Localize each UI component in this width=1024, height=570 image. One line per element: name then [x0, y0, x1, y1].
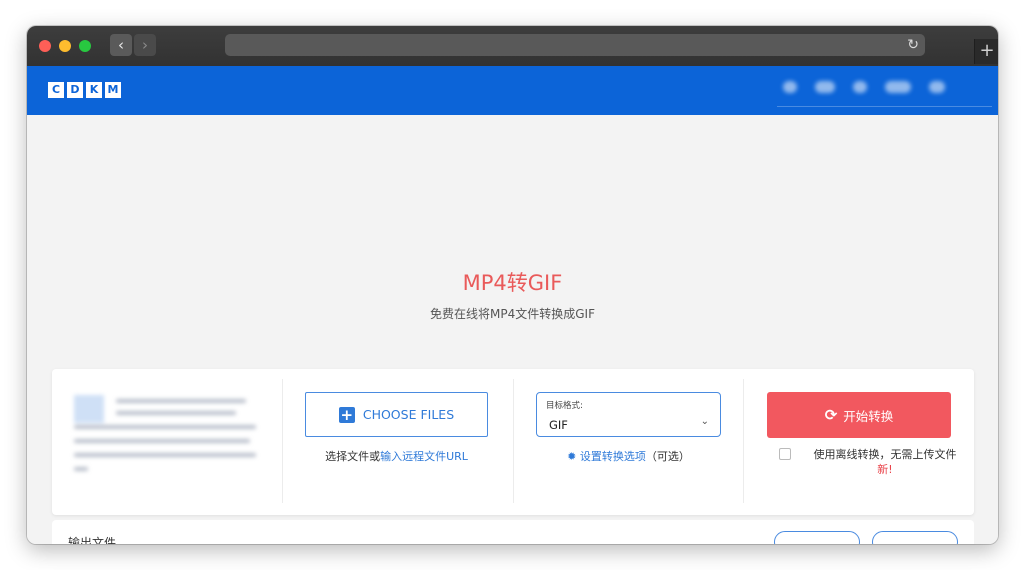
top-nav-blurred	[783, 81, 945, 93]
zoom-window-button[interactable]	[79, 40, 91, 52]
output-action-button[interactable]	[872, 531, 958, 544]
target-format-value: GIF	[549, 418, 568, 432]
logo-letter: K	[86, 82, 102, 98]
blurred-thumbnail	[74, 395, 104, 423]
back-button[interactable]: ‹	[110, 34, 132, 56]
offline-text: 使用离线转换，无需上传文件	[813, 448, 957, 461]
target-format-label: 目标格式:	[546, 401, 583, 411]
top-nav-item[interactable]	[853, 81, 867, 93]
address-bar[interactable]: ↻	[225, 34, 925, 56]
top-nav-item[interactable]	[815, 81, 835, 93]
close-window-button[interactable]	[39, 40, 51, 52]
logo-letter: C	[48, 82, 64, 98]
site-header: C D K M	[27, 66, 998, 115]
choose-files-label: CHOOSE FILES	[362, 407, 455, 422]
output-panel: 输出文件	[52, 520, 974, 544]
blurred-line	[74, 453, 256, 457]
conversion-options: ✹ 设置转换选项（可选）	[536, 448, 721, 464]
blurred-line	[74, 425, 256, 429]
main-content: MP4转GIF 免费在线将MP4文件转换成GIF + CHOOSE FILES …	[27, 115, 998, 544]
logo-letter: D	[67, 82, 83, 98]
offline-label: 使用离线转换，无需上传文件 新!	[800, 447, 970, 477]
choose-hint: 选择文件或输入远程文件URL	[305, 448, 488, 464]
conversion-options-link[interactable]: 设置转换选项	[580, 450, 646, 463]
blurred-line	[116, 411, 236, 415]
top-nav-item[interactable]	[783, 81, 797, 93]
choose-files-button[interactable]: + CHOOSE FILES	[305, 392, 488, 437]
logo-letter: M	[105, 82, 121, 98]
target-format-select[interactable]: 目标格式: GIF ⌄	[536, 392, 721, 437]
output-action-button[interactable]	[774, 531, 860, 544]
offline-checkbox[interactable]	[779, 448, 791, 460]
start-convert-button[interactable]: ⟳ 开始转换	[767, 392, 951, 438]
reload-icon[interactable]: ↻	[907, 35, 919, 55]
page-title: MP4转GIF	[462, 271, 563, 295]
plus-icon: +	[338, 405, 355, 424]
minimize-window-button[interactable]	[59, 40, 71, 52]
forward-button[interactable]: ›	[134, 34, 156, 56]
top-nav-item[interactable]	[885, 81, 911, 93]
new-tab-button[interactable]: +	[974, 39, 998, 64]
blurred-instructions	[74, 395, 256, 483]
blurred-line	[116, 399, 246, 403]
refresh-icon: ⟳	[824, 406, 838, 424]
remote-url-link[interactable]: 输入远程文件URL	[380, 450, 468, 463]
browser-titlebar: ‹ › ↻ +	[27, 26, 998, 66]
column-divider	[513, 379, 514, 503]
column-divider	[743, 379, 744, 503]
column-divider	[282, 379, 283, 503]
blurred-line	[74, 439, 250, 443]
top-nav-item[interactable]	[929, 81, 945, 93]
choose-hint-prefix: 选择文件或	[325, 450, 381, 463]
start-convert-label: 开始转换	[843, 408, 894, 424]
browser-window: ‹ › ↻ + C D K M MP4转GIF 免费在线将MP4文件转换成GIF	[27, 26, 998, 544]
output-title: 输出文件	[68, 536, 117, 544]
conversion-options-suffix: （可选）	[645, 450, 690, 463]
new-badge: 新!	[877, 463, 893, 476]
gear-icon: ✹	[567, 450, 577, 463]
blurred-line	[74, 467, 88, 471]
page-subtitle: 免费在线将MP4文件转换成GIF	[430, 307, 595, 321]
chevron-down-icon: ⌄	[700, 416, 709, 427]
site-logo[interactable]: C D K M	[48, 82, 121, 98]
top-nav-underline	[777, 106, 992, 107]
converter-panel: + CHOOSE FILES 选择文件或输入远程文件URL 目标格式: GIF …	[52, 369, 974, 515]
